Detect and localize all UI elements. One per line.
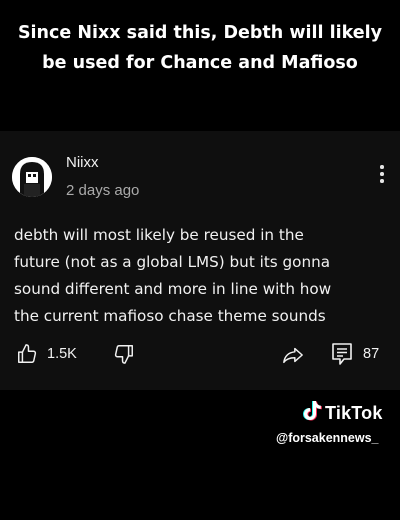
caption-line-2: be used for Chance and Mafioso — [42, 53, 358, 73]
comment-line: the current mafioso chase theme sounds — [14, 307, 326, 325]
caption-line-1: Since Nixx said this, Debth will likely — [17, 23, 383, 43]
like-count: 1.5K — [47, 346, 77, 362]
like-button[interactable]: 1.5K — [16, 343, 77, 365]
comment-line: future (not as a global LMS) but its gon… — [14, 253, 331, 271]
reply-count: 87 — [363, 346, 380, 362]
comment-actions: 1.5K 87 — [0, 341, 400, 371]
avatar-icon[interactable] — [12, 157, 52, 197]
comment-card: Niixx 2 days ago debth will most likely … — [0, 131, 400, 390]
creator-handle: @forsakennews_ — [276, 431, 379, 445]
tiktok-brand: TikTok — [325, 403, 383, 423]
tiktok-logo-icon — [302, 400, 322, 427]
dislike-button[interactable] — [113, 343, 135, 365]
reply-icon — [331, 342, 353, 366]
reply-button[interactable]: 87 — [331, 342, 379, 366]
tiktok-watermark: TikTok — [302, 400, 383, 427]
comment-timestamp: 2 days ago — [66, 182, 140, 199]
share-icon — [282, 344, 304, 366]
comment-line: debth will most likely be reused in the — [14, 226, 304, 244]
share-button[interactable] — [282, 344, 304, 366]
comment-line: sound different and more in line with ho… — [14, 280, 332, 298]
video-caption: Since Nixx said this, Debth will likely … — [0, 18, 400, 78]
thumbs-down-icon — [113, 343, 135, 365]
thumbs-up-icon — [16, 343, 38, 365]
comment-body: debth will most likely be reused in the … — [14, 222, 394, 330]
comment-author[interactable]: Niixx — [66, 154, 99, 171]
more-vertical-icon[interactable] — [372, 165, 392, 187]
